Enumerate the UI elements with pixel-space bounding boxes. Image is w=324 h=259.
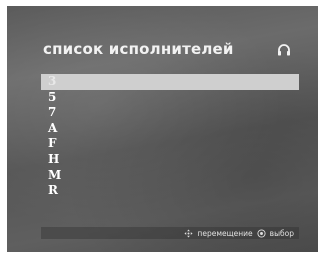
- footer-hints: перемещение выбор: [184, 227, 294, 239]
- artist-list: 3 5 7 A F H M R: [41, 74, 299, 199]
- navigate-hint-label: перемещение: [197, 228, 253, 238]
- list-item[interactable]: M: [41, 168, 299, 184]
- list-item[interactable]: H: [41, 152, 299, 168]
- list-item[interactable]: R: [41, 183, 299, 199]
- list-item[interactable]: 7: [41, 105, 299, 121]
- list-item[interactable]: F: [41, 136, 299, 152]
- list-item[interactable]: A: [41, 121, 299, 137]
- ok-button-icon: [257, 228, 266, 238]
- headphones-icon: [278, 44, 290, 56]
- select-hint-label: выбор: [269, 228, 294, 238]
- tv-menu-screen: список исполнителей 3 5 7 A F H M R пере…: [7, 6, 318, 252]
- list-item[interactable]: 5: [41, 90, 299, 106]
- page-title: список исполнителей: [43, 40, 234, 58]
- list-item[interactable]: 3: [41, 74, 299, 90]
- dpad-icon: [184, 228, 193, 238]
